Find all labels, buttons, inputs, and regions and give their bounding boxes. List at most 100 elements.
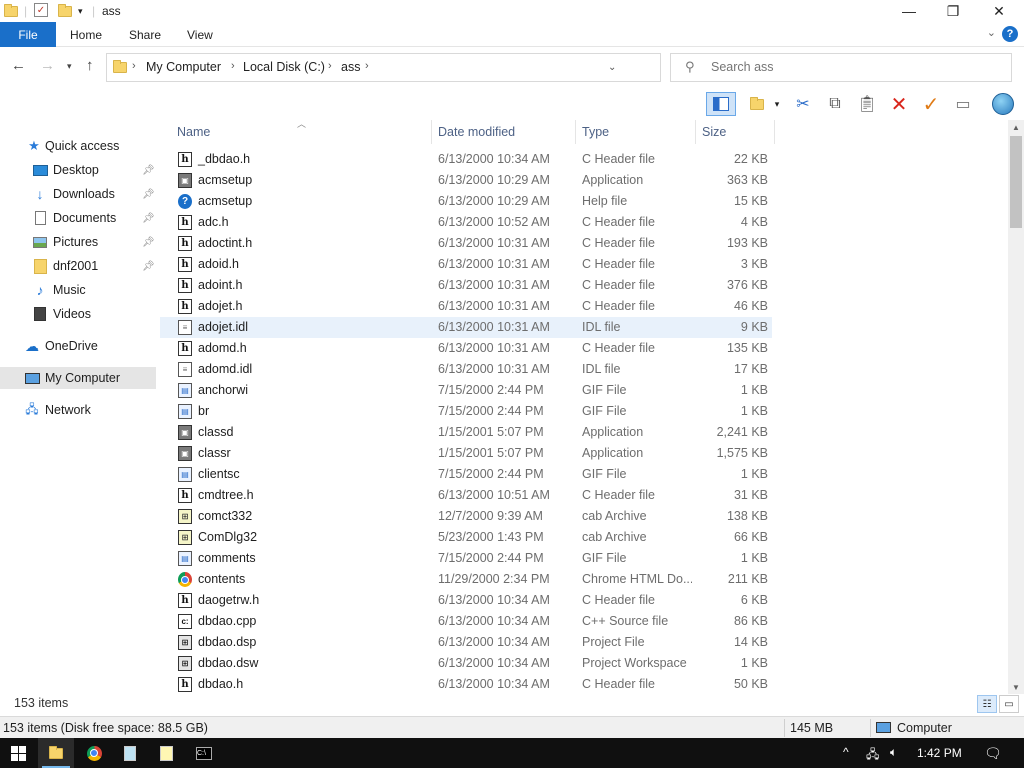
file-row[interactable]: ⊞ comct332 12/7/2000 9:39 AM cab Archive 138… — [160, 506, 772, 527]
file-row[interactable]: h adc.h 6/13/2000 10:52 AM C Header file 4 K… — [160, 212, 772, 233]
column-divider[interactable] — [575, 120, 576, 144]
nav-music[interactable]: ♪ Music — [0, 279, 156, 301]
nav-dnf2001[interactable]: dnf2001 📌︎ — [0, 255, 156, 277]
nav-documents[interactable]: Documents 📌︎ — [0, 207, 156, 229]
copy-icon[interactable]: ⧉ — [822, 92, 848, 116]
file-row[interactable]: ▤ br 7/15/2000 2:44 PM GIF File 1 KB — [160, 401, 772, 422]
scroll-thumb[interactable] — [1010, 136, 1022, 228]
file-row[interactable]: ⊞ ComDlg32 5/23/2000 1:43 PM cab Archive 66 … — [160, 527, 772, 548]
taskbar-file-explorer[interactable] — [38, 738, 74, 768]
notifications-icon[interactable]: 🗨︎ — [984, 745, 1002, 762]
column-divider[interactable] — [695, 120, 696, 144]
tab-share[interactable]: Share — [129, 22, 161, 47]
paste-icon[interactable]: 📋︎ — [854, 92, 880, 116]
address-dropdown-icon[interactable]: ⌄ — [608, 62, 616, 73]
volume-icon[interactable]: 🔈︎ — [890, 745, 897, 760]
properties-icon[interactable]: ✓ — [34, 3, 48, 17]
file-row[interactable]: h daogetrw.h 6/13/2000 10:34 AM C Header fi… — [160, 590, 772, 611]
file-row[interactable]: h cmdtree.h 6/13/2000 10:51 AM C Header fil… — [160, 485, 772, 506]
file-row[interactable]: ▤ clientsc 7/15/2000 2:44 PM GIF File 1 KB — [160, 464, 772, 485]
back-icon[interactable]: ← — [11, 57, 26, 74]
tab-home[interactable]: Home — [70, 22, 102, 47]
tray-expand-icon[interactable]: ^ — [843, 745, 849, 759]
crumb-separator[interactable]: › — [231, 60, 235, 72]
nav-desktop[interactable]: Desktop 📌︎ — [0, 159, 156, 181]
file-row[interactable]: h adojet.h 6/13/2000 10:31 AM C Header file… — [160, 296, 772, 317]
file-row[interactable]: h adomd.h 6/13/2000 10:31 AM C Header file 1… — [160, 338, 772, 359]
column-name[interactable]: Name — [177, 125, 210, 139]
taskbar-notes[interactable] — [148, 738, 184, 768]
search-input[interactable] — [711, 60, 991, 74]
clock[interactable]: 1:42 PM — [917, 746, 962, 760]
preview-pane-button[interactable] — [706, 92, 736, 116]
nav-downloads[interactable]: ↓ Downloads 📌︎ — [0, 183, 156, 205]
file-row[interactable]: c: dbdao.cpp 6/13/2000 10:34 AM C++ Source … — [160, 611, 772, 632]
new-folder-dropdown[interactable]: ▾ — [770, 92, 784, 116]
file-row[interactable]: h adoctint.h 6/13/2000 10:31 AM C Header fi… — [160, 233, 772, 254]
tab-file[interactable]: File — [0, 22, 56, 47]
crumb-separator[interactable]: › — [132, 60, 136, 72]
file-row[interactable]: ▤ anchorwi 7/15/2000 2:44 PM GIF File 1 KB — [160, 380, 772, 401]
nav-network[interactable]: 🖧︎ Network — [0, 399, 156, 421]
taskbar-chrome[interactable] — [76, 738, 112, 768]
tab-view[interactable]: View — [187, 22, 213, 47]
help-icon[interactable]: ? — [1002, 26, 1018, 42]
scroll-up-icon[interactable]: ▲ — [1008, 120, 1024, 134]
large-icons-view-icon[interactable]: ▭ — [999, 695, 1019, 713]
nav-pictures[interactable]: Pictures 📌︎ — [0, 231, 156, 253]
file-row[interactable]: ⊞ dbdao.dsp 6/13/2000 10:34 AM Project File… — [160, 632, 772, 653]
column-divider[interactable] — [431, 120, 432, 144]
new-folder-button[interactable] — [744, 92, 770, 116]
cut-icon[interactable]: ✂ — [790, 92, 816, 116]
file-row[interactable]: ≡ adojet.idl 6/13/2000 10:31 AM IDL file 9 K… — [160, 317, 772, 338]
forward-icon[interactable]: → — [40, 57, 55, 74]
nav-videos[interactable]: Videos — [0, 303, 156, 325]
column-date-modified[interactable]: Date modified — [438, 125, 515, 139]
file-row[interactable]: h _dbdao.h 6/13/2000 10:34 AM C Header file… — [160, 149, 772, 170]
file-row[interactable]: ? acmsetup 6/13/2000 10:29 AM Help file 15 K… — [160, 191, 772, 212]
scroll-down-icon[interactable]: ▼ — [1008, 680, 1024, 694]
column-type[interactable]: Type — [582, 125, 609, 139]
search-box[interactable]: ⚲ — [670, 53, 1012, 82]
vertical-scrollbar[interactable]: ▲ ▼ — [1008, 120, 1024, 694]
ribbon-expand-icon[interactable]: ⌄ — [987, 26, 996, 39]
file-row[interactable]: ▣ classr 1/15/2001 5:07 PM Application 1,575… — [160, 443, 772, 464]
address-bar[interactable]: › My Computer › Local Disk (C:) › ass › … — [106, 53, 757, 82]
details-view-icon[interactable]: ☷ — [977, 695, 997, 713]
file-row[interactable]: h dbdao.h 6/13/2000 10:34 AM C Header file 5… — [160, 674, 772, 694]
rename-icon[interactable]: ▭ — [950, 92, 976, 116]
taskbar-cmd[interactable]: C:\ — [186, 738, 222, 768]
taskbar-notepad[interactable] — [112, 738, 148, 768]
file-row[interactable]: h adoid.h 6/13/2000 10:31 AM C Header file 3… — [160, 254, 772, 275]
customize-qa-icon[interactable]: ▾ — [78, 3, 83, 19]
column-size[interactable]: Size — [702, 125, 726, 139]
minimize-button[interactable]: — — [886, 0, 932, 22]
file-row[interactable]: ▣ acmsetup 6/13/2000 10:29 AM Application 36… — [160, 170, 772, 191]
nav-my-computer[interactable]: My Computer — [0, 367, 156, 389]
globe-icon[interactable] — [990, 92, 1016, 116]
crumb-local-disk[interactable]: Local Disk (C:) — [243, 60, 325, 74]
start-button[interactable] — [0, 738, 36, 768]
recent-locations-icon[interactable]: ▾ — [67, 61, 72, 72]
up-icon[interactable]: ↑ — [86, 57, 94, 74]
file-row[interactable]: ⊞ dbdao.dsw 6/13/2000 10:34 AM Project Work… — [160, 653, 772, 674]
crumb-separator[interactable]: › — [365, 60, 369, 72]
file-row[interactable]: ▤ comments 7/15/2000 2:44 PM GIF File 1 KB — [160, 548, 772, 569]
delete-icon[interactable]: ✕ — [886, 92, 912, 116]
column-divider[interactable] — [774, 120, 775, 144]
network-tray-icon[interactable]: 🖧︎ — [866, 745, 879, 766]
nav-quick-access[interactable]: ★ Quick access — [0, 135, 156, 157]
crumb-my-computer[interactable]: My Computer — [146, 60, 221, 74]
file-row[interactable]: ≡ adomd.idl 6/13/2000 10:31 AM IDL file 17 K… — [160, 359, 772, 380]
crumb-ass[interactable]: ass — [341, 60, 360, 74]
file-row[interactable]: h adoint.h 6/13/2000 10:31 AM C Header file… — [160, 275, 772, 296]
file-row[interactable]: ▣ classd 1/15/2001 5:07 PM Application 2,241… — [160, 422, 772, 443]
properties-check-icon[interactable]: ✓ — [918, 92, 944, 116]
maximize-button[interactable]: ❐ — [930, 0, 976, 22]
crumb-separator[interactable]: › — [328, 60, 332, 72]
close-button[interactable]: ✕ — [976, 0, 1022, 22]
nav-onedrive[interactable]: ☁ OneDrive — [0, 335, 156, 357]
file-h-icon: h — [178, 299, 192, 314]
file-row[interactable]: contents 11/29/2000 2:34 PM Chrome HTML Do… — [160, 569, 772, 590]
new-folder-icon[interactable] — [58, 3, 72, 19]
